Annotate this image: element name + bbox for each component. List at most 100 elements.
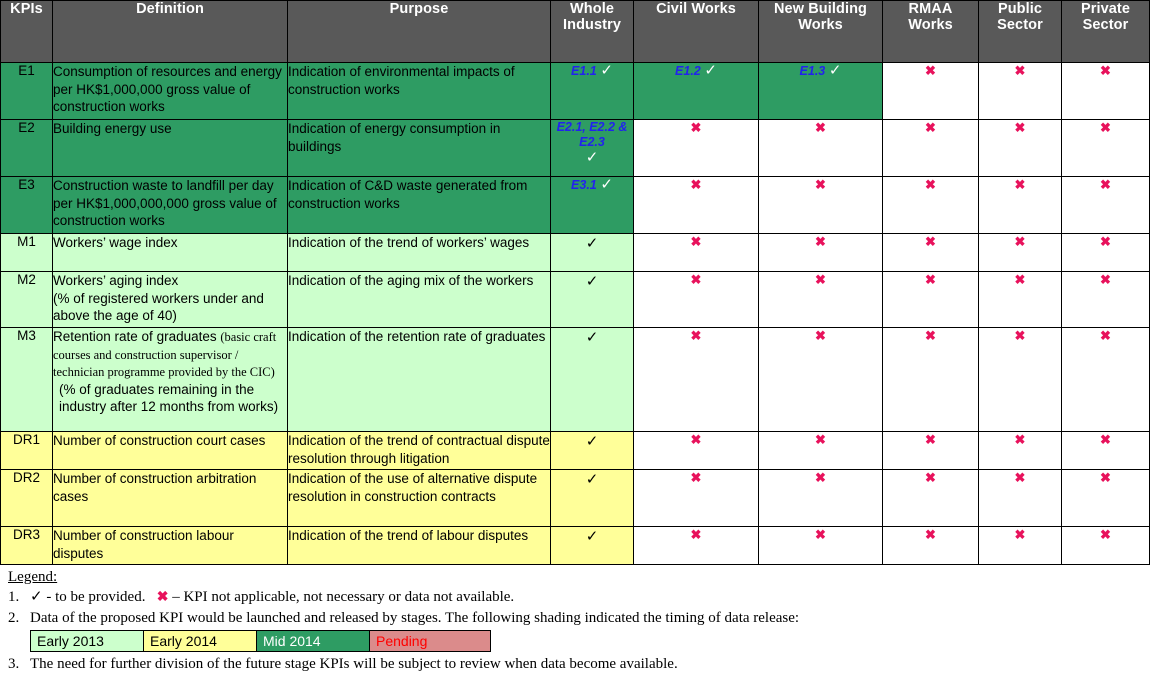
cross-icon: ✖ <box>1100 234 1111 249</box>
cross-icon: ✖ <box>1100 328 1111 343</box>
cell-private-sector: ✖ <box>1061 176 1150 234</box>
legend-item-number: 3. <box>8 656 20 672</box>
kpi-definition: Number of construction arbitration cases <box>52 469 288 527</box>
column-header-kpis: KPIs <box>0 0 53 63</box>
legend-item-number: 1. <box>8 589 20 605</box>
legend-item-number: 2. <box>8 610 20 626</box>
cell-private-sector: ✖ <box>1061 62 1150 120</box>
legend-tick-text: - to be provided. <box>46 589 146 605</box>
cross-icon: ✖ <box>1014 527 1026 542</box>
cross-icon: ✖ <box>925 177 936 192</box>
cell-new-building-works: ✖ <box>758 233 883 272</box>
cross-icon: ✖ <box>1100 63 1111 78</box>
column-header-definition: Definition <box>52 0 288 63</box>
kpi-definition: Consumption of resources and energy per … <box>52 62 288 120</box>
kpi-definition: Retention rate of graduates (basic craft… <box>52 327 288 432</box>
kpi-purpose: Indication of the use of alternative dis… <box>287 469 551 527</box>
legend-swatch-table: Early 2013 Early 2014 Mid 2014 Pending <box>30 630 491 652</box>
cross-icon: ✖ <box>690 272 702 287</box>
table-row: M1 Workers’ wage index Indication of the… <box>0 233 1150 272</box>
cross-icon: ✖ <box>690 527 702 542</box>
header-line-2: Works <box>908 17 953 33</box>
header-row: KPIs Definition Purpose Whole Industry C… <box>0 0 1150 63</box>
cell-new-building-works: ✖ <box>758 327 883 432</box>
kpi-code: E2 <box>0 119 53 177</box>
kpi-table-page: KPIs Definition Purpose Whole Industry C… <box>0 0 1151 672</box>
legend-item-2: 2. Data of the proposed KPI would be laun… <box>8 608 1151 628</box>
cell-public-sector: ✖ <box>978 327 1062 432</box>
definition-main: Retention rate of graduates <box>53 329 221 344</box>
header-line-1: Private <box>1080 1 1131 17</box>
cross-icon: ✖ <box>925 527 936 542</box>
swatch-pending: Pending <box>369 630 491 652</box>
cell-public-sector: ✖ <box>978 526 1062 565</box>
check-icon: ✓ <box>585 273 599 290</box>
cell-civil-works: ✖ <box>633 327 759 432</box>
cross-icon: ✖ <box>1014 177 1026 192</box>
cell-whole-industry: ✓ <box>550 233 634 272</box>
kpi-code: DR1 <box>0 431 53 470</box>
table-row: M3 Retention rate of graduates (basic cr… <box>0 327 1150 432</box>
cross-icon: ✖ <box>1014 470 1026 485</box>
legend-item-body: The need for further division of the fut… <box>30 656 678 672</box>
header-line-2: Works <box>798 17 843 33</box>
swatch-mid-2014: Mid 2014 <box>256 630 370 652</box>
definition-line-2: (% of registered workers under and above… <box>53 290 264 324</box>
check-icon: ✓ <box>585 329 599 346</box>
column-header-civil-works: Civil Works <box>633 0 759 63</box>
legend-title: Legend: <box>8 569 58 585</box>
legend-cross-text: – KPI not applicable, not necessary or d… <box>172 589 515 605</box>
cell-rmaa-works: ✖ <box>882 526 979 565</box>
cross-icon: ✖ <box>815 120 826 135</box>
cell-new-building-works: ✖ <box>758 431 883 470</box>
check-icon: ✓ <box>828 62 842 79</box>
definition-line-1: Workers’ aging index <box>53 273 179 288</box>
header-line-1: Whole <box>570 1 614 17</box>
header-line-2: Sector <box>997 17 1043 33</box>
cross-icon: ✖ <box>815 432 826 447</box>
cell-whole-industry: E2.1, E2.2 & E2.3 ✓ <box>550 119 634 177</box>
cell-public-sector: ✖ <box>978 233 1062 272</box>
cell-private-sector: ✖ <box>1061 526 1150 565</box>
cross-icon: ✖ <box>156 590 169 605</box>
header-line-2: Sector <box>1082 17 1129 33</box>
cell-private-sector: ✖ <box>1061 469 1150 527</box>
cross-icon: ✖ <box>925 470 936 485</box>
kpi-purpose: Indication of environmental impacts of c… <box>287 62 551 120</box>
table-row: E3 Construction waste to landfill per da… <box>0 176 1150 234</box>
kpi-definition: Number of construction labour disputes <box>52 526 288 565</box>
legend-item-1: 1. ✓ - to be provided. ✖ – KPI not applic… <box>8 587 1151 608</box>
table-body: E1 Consumption of resources and energy p… <box>0 62 1150 565</box>
cell-rmaa-works: ✖ <box>882 233 979 272</box>
sub-kpi-code: E2.1, E2.2 & E2.3 <box>556 120 628 149</box>
swatch-early-2014: Early 2014 <box>143 630 257 652</box>
cross-icon: ✖ <box>815 470 826 485</box>
kpi-code: M3 <box>0 327 53 432</box>
cross-icon: ✖ <box>815 272 826 287</box>
cross-icon: ✖ <box>690 120 702 135</box>
cell-new-building-works: ✖ <box>758 469 883 527</box>
column-header-new-building-works: New Building Works <box>758 0 883 63</box>
cell-rmaa-works: ✖ <box>882 469 979 527</box>
cell-public-sector: ✖ <box>978 176 1062 234</box>
cross-icon: ✖ <box>925 328 936 343</box>
cell-private-sector: ✖ <box>1061 119 1150 177</box>
cell-whole-industry: E3.1 ✓ <box>550 176 634 234</box>
cell-civil-works: ✖ <box>633 176 759 234</box>
cell-civil-works: ✖ <box>633 233 759 272</box>
cell-civil-works: ✖ <box>633 431 759 470</box>
cell-new-building-works: ✖ <box>758 119 883 177</box>
cell-civil-works: E1.2 ✓ <box>633 62 759 120</box>
kpi-purpose: Indication of the aging mix of the worke… <box>287 271 551 328</box>
column-header-public-sector: Public Sector <box>978 0 1062 63</box>
kpi-purpose: Indication of the trend of workers’ wage… <box>287 233 551 272</box>
cell-rmaa-works: ✖ <box>882 176 979 234</box>
check-icon: ✓ <box>585 528 599 545</box>
cell-civil-works: ✖ <box>633 119 759 177</box>
cell-civil-works: ✖ <box>633 526 759 565</box>
kpi-purpose: Indication of energy consumption in buil… <box>287 119 551 177</box>
table-row: DR2 Number of construction arbitration c… <box>0 469 1150 527</box>
check-icon: ✓ <box>600 176 613 193</box>
kpi-purpose: Indication of the retention rate of grad… <box>287 327 551 432</box>
kpi-definition: Number of construction court cases <box>52 431 288 470</box>
